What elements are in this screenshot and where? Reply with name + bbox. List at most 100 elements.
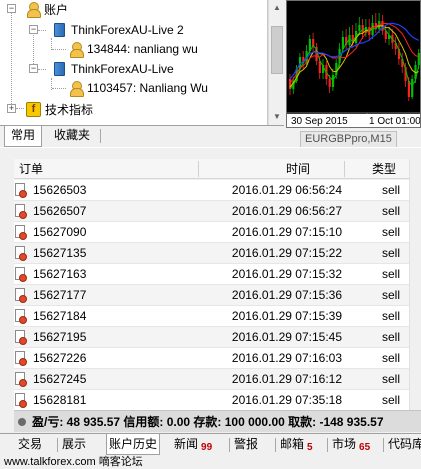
order-id: 15627090: [33, 225, 87, 239]
navigator-panel: − 账户 − ThinkForexAU-Live 2 134844: nanli…: [0, 0, 284, 147]
price-chart[interactable]: 30 Sep 2015 1 Oct 01:00: [286, 0, 421, 128]
tab-terminal[interactable]: 警报: [232, 434, 260, 455]
table-row[interactable]: 15627163 2016.01.29 07:15:32 sell: [14, 264, 409, 285]
account-user-icon: [69, 81, 84, 97]
order-closed-icon: [14, 372, 27, 387]
tab-label: 邮箱: [280, 437, 305, 451]
order-id: 15626507: [33, 204, 87, 218]
tree-item-indicators[interactable]: + f 技术指标: [0, 100, 93, 118]
table-row[interactable]: 15627177 2016.01.29 07:15:36 sell: [14, 285, 409, 306]
tree-item-server[interactable]: − ThinkForexAU-Live: [0, 60, 174, 78]
order-closed-icon: [14, 267, 27, 282]
chart-tab-symbol[interactable]: EURGBPpro,M15: [300, 131, 397, 147]
collapse-icon[interactable]: −: [29, 25, 38, 34]
table-row[interactable]: 15628181 2016.01.29 07:35:18 sell: [14, 390, 409, 411]
table-row[interactable]: 15627226 2016.01.29 07:16:03 sell: [14, 348, 409, 369]
scroll-up-icon[interactable]: ▲: [269, 0, 285, 16]
order-closed-icon: [14, 183, 27, 198]
order-type: sell: [381, 183, 400, 197]
scroll-down-icon[interactable]: ▼: [269, 109, 285, 125]
scrollbar-thumb[interactable]: [271, 26, 283, 74]
tree-label-server: ThinkForexAU-Live: [71, 62, 174, 76]
order-id: 15627245: [33, 372, 87, 386]
order-type: sell: [381, 351, 400, 365]
tree-item-server[interactable]: − ThinkForexAU-Live 2: [0, 21, 184, 39]
table-row[interactable]: 15627245 2016.01.29 07:16:12 sell: [14, 369, 409, 390]
orders-table-header: 订单 时间 类型: [14, 159, 409, 179]
orders-table-body: 15626503 2016.01.29 06:56:24 sell 15626507 2…: [14, 180, 409, 420]
table-row[interactable]: 15627184 2016.01.29 07:15:39 sell: [14, 306, 409, 327]
tab-separator: [57, 438, 58, 452]
order-id: 15627163: [33, 267, 87, 281]
tab-common[interactable]: 常用: [4, 126, 43, 147]
navigator-scrollbar[interactable]: ▲ ▼: [268, 0, 284, 125]
tab-terminal[interactable]: 新闻 99: [172, 434, 214, 455]
tab-favorites[interactable]: 收藏夹: [48, 126, 96, 147]
navigator-tabs: 常用 收藏夹: [0, 125, 284, 147]
order-id: 15628181: [33, 393, 87, 407]
column-separator[interactable]: [344, 161, 345, 177]
tab-terminal[interactable]: 展示: [60, 434, 88, 455]
server-icon: [54, 62, 65, 76]
tree-item-account[interactable]: 1103457: Nanliang Wu: [0, 79, 208, 97]
watermark-text: www.talkforex.com 嘀客论坛: [4, 456, 143, 468]
column-header-time[interactable]: 时间: [286, 159, 310, 179]
tab-label: 展示: [62, 437, 87, 451]
column-header-order[interactable]: 订单: [19, 159, 43, 179]
candle-body: [328, 79, 331, 87]
balance-icon: [18, 418, 26, 426]
column-separator[interactable]: [198, 161, 199, 177]
column-header-type[interactable]: 类型: [372, 159, 396, 179]
tab-separator: [275, 438, 276, 452]
tree-label-account: 1103457: Nanliang Wu: [87, 81, 208, 95]
tab-terminal[interactable]: 市场 65: [330, 434, 372, 455]
tab-terminal[interactable]: 邮箱 5: [278, 434, 315, 455]
table-row[interactable]: 15627135 2016.01.29 07:15:22 sell: [14, 243, 409, 264]
tree-item-account[interactable]: 134844: nanliang wu: [0, 40, 198, 58]
balance-summary-row: 盈/亏: 48 935.57 信用额: 0.00 存款: 100 000.00 …: [14, 410, 421, 432]
order-id: 15627226: [33, 351, 87, 365]
order-type: sell: [381, 309, 400, 323]
time-label: 30 Sep 2015: [291, 116, 348, 127]
tree-label-account: 134844: nanliang wu: [87, 42, 198, 56]
tree-label-indicators: 技术指标: [45, 102, 94, 117]
chart-window: 30 Sep 2015 1 Oct 01:00 EURGBPpro,M15: [286, 0, 421, 147]
order-time: 2016.01.29 07:16:03: [231, 351, 342, 365]
order-time: 2016.01.29 07:35:18: [231, 393, 342, 407]
order-closed-icon: [14, 204, 27, 219]
navigator-tree: − 账户 − ThinkForexAU-Live 2 134844: nanli…: [0, 0, 268, 125]
order-id: 15627195: [33, 330, 87, 344]
tab-label: 市场: [332, 437, 357, 451]
order-time: 2016.01.29 07:15:36: [231, 288, 342, 302]
order-closed-icon: [14, 288, 27, 303]
collapse-icon[interactable]: −: [7, 4, 16, 13]
tab-terminal[interactable]: 账户历史: [106, 434, 161, 455]
order-type: sell: [381, 288, 400, 302]
expand-icon[interactable]: +: [7, 104, 16, 113]
tab-terminal[interactable]: 交易: [16, 434, 44, 455]
tab-separator: [100, 129, 101, 143]
order-type: sell: [381, 267, 400, 281]
table-row[interactable]: 15627195 2016.01.29 07:15:45 sell: [14, 327, 409, 348]
order-closed-icon: [14, 330, 27, 345]
tab-label: 代码库: [388, 437, 421, 451]
order-time: 2016.01.29 07:15:22: [231, 246, 342, 260]
collapse-icon[interactable]: −: [29, 64, 38, 73]
order-id: 15627135: [33, 246, 87, 260]
order-type: sell: [381, 372, 400, 386]
tab-count-badge: 5: [307, 442, 313, 453]
tree-item-accounts[interactable]: − 账户: [0, 0, 68, 18]
order-closed-icon: [14, 351, 27, 366]
order-id: 15627177: [33, 288, 87, 302]
balance-text: 盈/亏: 48 935.57 信用额: 0.00 存款: 100 000.00 …: [32, 415, 384, 429]
tab-terminal[interactable]: 代码库: [386, 434, 421, 455]
tab-label: 账户历史: [109, 437, 158, 451]
table-row[interactable]: 15626507 2016.01.29 06:56:27 sell: [14, 201, 409, 222]
table-row[interactable]: 15626503 2016.01.29 06:56:24 sell: [14, 180, 409, 201]
table-row[interactable]: 15627090 2016.01.29 07:15:10 sell: [14, 222, 409, 243]
tab-label: 新闻: [174, 437, 199, 451]
order-closed-icon: [14, 246, 27, 261]
order-time: 2016.01.29 07:16:12: [231, 372, 342, 386]
orders-scrollbar[interactable]: [409, 159, 421, 420]
tab-label: 警报: [234, 437, 259, 451]
